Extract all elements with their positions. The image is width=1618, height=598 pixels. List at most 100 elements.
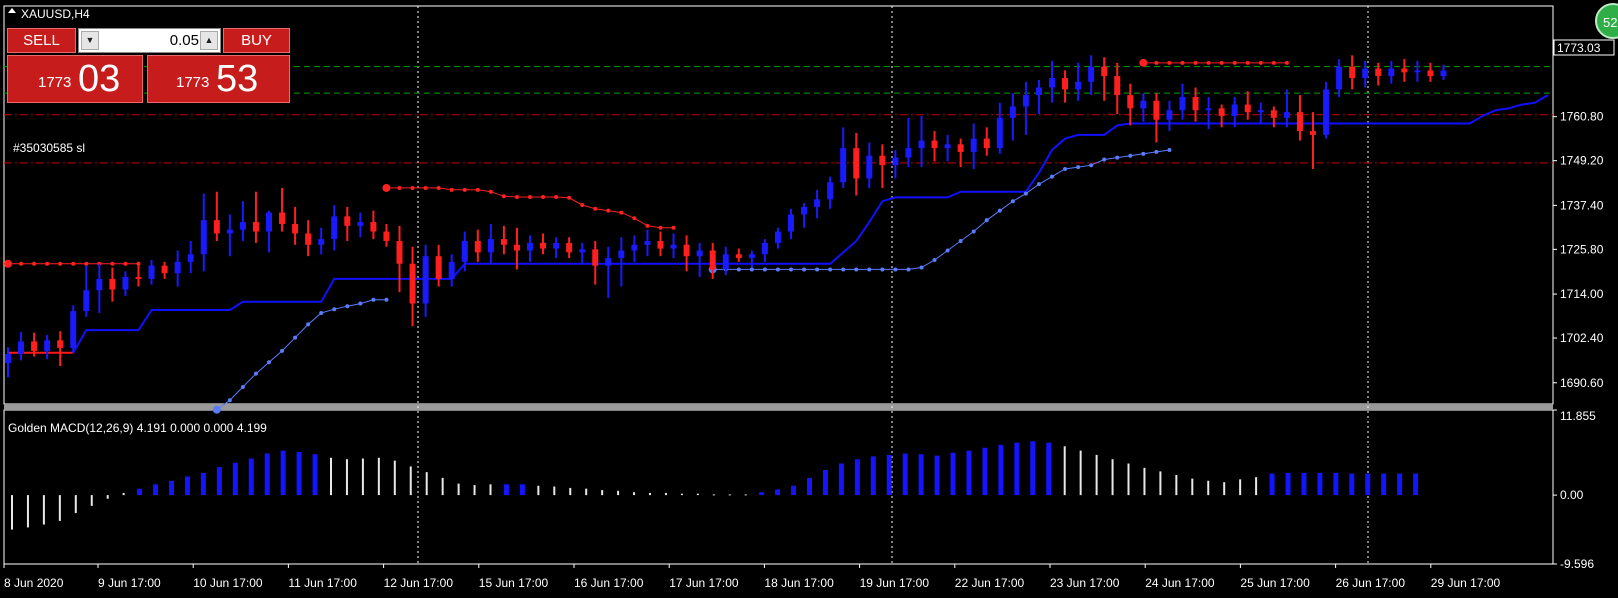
- candle-body: [540, 242, 547, 249]
- candle-body: [1075, 81, 1082, 90]
- candle-body: [487, 239, 494, 253]
- candle-body: [853, 148, 860, 179]
- trail-dot: [19, 261, 24, 266]
- trail-dot: [123, 261, 128, 266]
- macd-bar: [377, 457, 380, 496]
- lot-size-stepper[interactable]: ▼ ▲: [78, 28, 221, 53]
- trail-line: [216, 299, 387, 411]
- time-tick-label: 16 Jun 17:00: [574, 576, 644, 590]
- macd-bar: [1175, 475, 1178, 496]
- macd-bar: [1143, 467, 1146, 496]
- trail-dot: [867, 267, 872, 272]
- chart-title: XAUUSD,H4: [21, 7, 90, 21]
- candle-body: [1323, 89, 1330, 135]
- candle-body: [1114, 76, 1121, 96]
- macd-bar: [1223, 482, 1226, 496]
- trail-dot: [1271, 60, 1276, 65]
- candle-body: [1062, 78, 1069, 90]
- buy-button[interactable]: BUY: [223, 28, 290, 53]
- trail-dot: [841, 267, 846, 272]
- trail-dot: [567, 195, 572, 200]
- price-tick-label: 1725.80: [1560, 242, 1604, 256]
- candle-body: [83, 290, 90, 312]
- sell-button[interactable]: SELL: [7, 28, 76, 53]
- candle-body: [122, 277, 129, 290]
- candle-body: [174, 261, 181, 274]
- macd-tick-label: -9.596: [1560, 557, 1594, 571]
- trail-dot: [815, 267, 820, 272]
- candle-body: [1336, 66, 1343, 90]
- time-tick-label: 12 Jun 17:00: [384, 576, 454, 590]
- candle-body: [266, 212, 272, 232]
- ask-price-button[interactable]: 1773 53: [147, 55, 290, 103]
- candle-body: [1257, 110, 1264, 113]
- candle-body: [1035, 87, 1042, 96]
- lot-size-input[interactable]: [101, 30, 201, 51]
- macd-bar: [1079, 450, 1082, 496]
- bid-price-button[interactable]: 1773 03: [7, 55, 143, 103]
- time-axis: 8 Jun 2020 9 Jun 17:00 10 Jun 17:00 11 Jun …: [3, 564, 1501, 590]
- macd-bar: [503, 484, 509, 496]
- macd-bar: [1030, 441, 1036, 496]
- macd-tick-label: 11.855: [1560, 409, 1596, 423]
- candle-body: [252, 222, 259, 232]
- trail-dot: [1076, 165, 1081, 170]
- chevron-down-icon[interactable]: ▼: [81, 31, 99, 50]
- trail-dot: [32, 261, 37, 266]
- macd-bar: [854, 459, 860, 496]
- trail-dot: [319, 311, 324, 316]
- trail-dot: [1089, 163, 1094, 168]
- macd-bar: [1381, 473, 1387, 496]
- trail-dot: [71, 261, 76, 266]
- candle-body: [292, 223, 299, 234]
- candle-body: [1022, 95, 1029, 107]
- time-tick-label: 22 Jun 17:00: [955, 576, 1025, 590]
- trail-dot: [945, 248, 950, 253]
- macd-bar: [902, 453, 908, 496]
- macd-bar: [519, 484, 525, 496]
- trail-dot: [880, 267, 885, 272]
- trail-dot: [475, 187, 480, 192]
- macd-bar: [153, 484, 159, 496]
- candle-body: [657, 241, 664, 249]
- macd-bar: [248, 458, 254, 496]
- trail-dot: [501, 194, 506, 199]
- candle-body: [735, 254, 742, 259]
- macd-bar: [1317, 472, 1323, 496]
- macd-bar: [106, 495, 109, 499]
- trail-dot: [1258, 60, 1263, 65]
- macd-bar: [791, 485, 797, 496]
- candle-body: [44, 340, 51, 351]
- chart-grid: [417, 6, 1369, 564]
- candle-body: [931, 140, 938, 149]
- pane-separator: [4, 404, 1553, 410]
- macd-bar: [744, 494, 747, 496]
- macd-bar: [330, 457, 332, 496]
- candle-body: [918, 140, 925, 149]
- macd-bar: [680, 493, 683, 496]
- trail-dot: [997, 208, 1002, 213]
- candle-body: [70, 311, 77, 348]
- collapse-triangle-icon[interactable]: [8, 8, 16, 13]
- macd-bar: [1191, 478, 1194, 496]
- macd-bar: [822, 469, 828, 496]
- candle-body: [18, 341, 25, 354]
- macd-bar: [918, 454, 924, 496]
- trail-dot: [971, 229, 976, 234]
- chevron-up-icon[interactable]: ▲: [200, 31, 218, 50]
- candle-body: [435, 256, 442, 279]
- candle-body: [213, 220, 220, 234]
- macd-bar: [1095, 454, 1098, 496]
- trail-dot: [1141, 151, 1146, 156]
- candle-body: [579, 249, 586, 253]
- candle-body: [1296, 112, 1303, 132]
- macd-bar: [1255, 477, 1258, 496]
- trail-dot: [606, 208, 611, 213]
- candles: [5, 55, 1447, 378]
- candle-body: [605, 258, 612, 266]
- macd-bar: [1333, 472, 1339, 496]
- candle-body: [96, 278, 103, 291]
- trail-dot: [397, 185, 402, 190]
- trail-dot: [488, 189, 493, 194]
- candle-body: [31, 341, 38, 351]
